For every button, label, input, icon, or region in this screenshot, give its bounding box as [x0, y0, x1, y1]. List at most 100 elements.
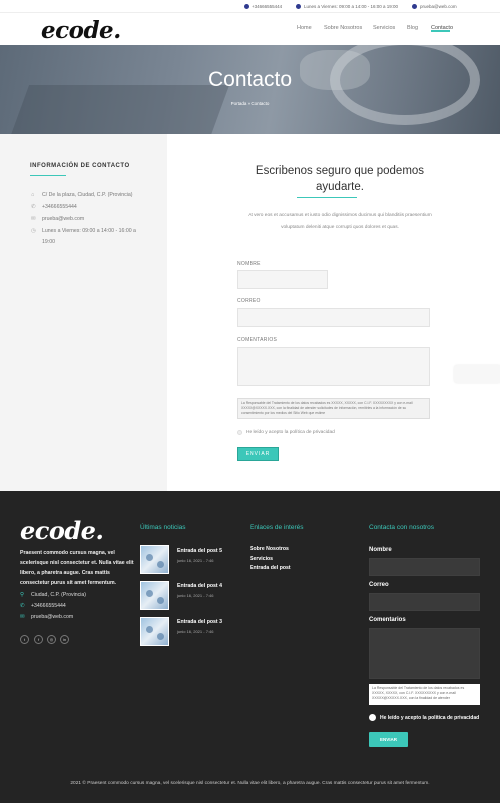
privacy-textarea[interactable]: La Responsable del Tratamiento de los da… — [237, 398, 430, 419]
sidebar-phone-text: +34666555444 — [42, 204, 77, 210]
footer-phone[interactable]: ✆ +34666555444 — [20, 603, 66, 609]
mail-icon: ✉ — [20, 614, 25, 620]
post-title[interactable]: Entrada del post 4 — [177, 583, 222, 589]
thumb-detail — [157, 633, 164, 640]
breadcrumb[interactable]: Portada » Contacto — [0, 101, 500, 106]
recaptcha-badge[interactable] — [454, 365, 500, 383]
sidebar-heading: INFORMACIÓN DE CONTACTO — [30, 163, 130, 169]
footer-send-button[interactable]: ENVIAR — [369, 732, 408, 747]
footer-email[interactable]: ✉ prueba@web.com — [20, 614, 73, 620]
post-date: junio 16, 2021 - 7:46 — [177, 593, 214, 598]
site-header: ecode. Home Sobre Nosotros Servicios Blo… — [0, 13, 500, 45]
sidebar-email[interactable]: ✉ prueba@web.com — [31, 214, 84, 225]
contact-title: Contacta con nosotros — [369, 524, 435, 531]
sidebar-address-text: C/ De la plaza, Ciudad, C.P. (Provincia) — [42, 192, 133, 198]
home-icon: ⌂ — [31, 192, 35, 198]
phone-icon: ✆ — [20, 603, 25, 609]
footer-privacy-textarea[interactable]: La Responsable del Tratamiento de los da… — [369, 684, 480, 705]
latest-posts-title: Últimas noticias — [140, 524, 186, 531]
footer-logo[interactable]: ecode. — [20, 516, 104, 545]
privacy-consent-label: He leído y acepto la política de privaci… — [246, 430, 335, 435]
form-intro: At vero eos et accusamus et iusto odio d… — [248, 213, 432, 230]
copyright: 2021 © Praesent commodo cursus magna, ve… — [70, 781, 430, 786]
form-heading: Escribenos seguro que podemos ayudarte. — [255, 165, 425, 193]
topbar-email[interactable]: prueba@web.com — [412, 4, 457, 9]
topbar-hours-text: Lunes a Viernes: 09:00 a 14:00 - 16:00 a… — [304, 4, 398, 9]
footer-location-text: Ciudad, C.P. (Provincia) — [31, 592, 86, 598]
links-title: Enlaces de interés — [250, 524, 304, 531]
thumb-detail — [157, 597, 164, 604]
footer-name-label: Nombre — [369, 547, 392, 553]
thumb-detail — [146, 554, 153, 561]
post-thumbnail[interactable] — [140, 617, 169, 646]
phone-icon: ✆ — [31, 204, 36, 210]
thumb-detail — [157, 561, 164, 568]
checkbox-input[interactable] — [237, 430, 242, 435]
comments-field[interactable] — [237, 347, 430, 386]
footer-location: ⚲ Ciudad, C.P. (Provincia) — [20, 592, 86, 598]
sidebar-phone[interactable]: ✆ +34666555444 — [31, 202, 77, 213]
footer-comments-label: Comentarios — [369, 617, 406, 623]
footer-phone-text: +34666555444 — [31, 603, 66, 609]
sidebar-hours: ◷ Lunes a Viernes: 09:00 a 14:00 - 16:00… — [31, 226, 136, 237]
page-title: Contacto — [207, 68, 293, 91]
post-title[interactable]: Entrada del post 3 — [177, 619, 222, 625]
name-field[interactable] — [237, 270, 328, 289]
thumb-detail — [146, 626, 153, 633]
site-logo[interactable]: ecode. — [41, 17, 121, 44]
sidebar-hours-text: Lunes a Viernes: 09:00 a 14:00 - 16:00 a — [42, 228, 136, 234]
sidebar-hours-text-2: 19:00 — [42, 239, 55, 245]
nav-active-indicator — [431, 30, 450, 32]
twitter-icon[interactable]: t — [20, 635, 29, 644]
form-heading-underline — [297, 197, 357, 198]
clock-icon — [296, 4, 301, 9]
nav-sobre-nosotros[interactable]: Sobre Nosotros — [324, 25, 362, 31]
email-label: CORREO — [237, 298, 261, 304]
footer-link-servicios[interactable]: Servicios — [250, 556, 273, 562]
mail-icon — [412, 4, 417, 9]
privacy-consent-checkbox[interactable]: He leído y acepto la política de privaci… — [237, 430, 335, 435]
linkedin-icon[interactable]: in — [60, 635, 69, 644]
post-thumbnail[interactable] — [140, 581, 169, 610]
contact-info-sidebar: INFORMACIÓN DE CONTACTO ⌂ C/ De la plaza… — [0, 134, 167, 491]
post-thumbnail[interactable] — [140, 545, 169, 574]
footer-email-label: Correo — [369, 582, 389, 588]
hero-background-shape — [10, 85, 230, 134]
footer-description: Praesent commodo cursus magna, vel scele… — [20, 550, 134, 586]
instagram-icon[interactable]: ◎ — [47, 635, 56, 644]
nav-servicios[interactable]: Servicios — [373, 25, 395, 31]
nav-blog[interactable]: Blog — [407, 25, 418, 31]
hero-banner: Contacto Portada » Contacto — [0, 45, 500, 134]
footer-link-sobre-nosotros[interactable]: Sobre Nosotros — [250, 546, 289, 552]
footer-email-text: prueba@web.com — [31, 614, 74, 620]
footer-comments-field[interactable] — [369, 628, 480, 679]
sidebar-heading-underline — [30, 175, 66, 176]
checkbox-input[interactable] — [369, 714, 376, 721]
footer-privacy-consent-checkbox[interactable]: He leído y acepto la política de privaci… — [369, 714, 479, 721]
sidebar-hours-cont: 19:00 — [31, 237, 55, 248]
post-date: junio 16, 2021 - 7:46 — [177, 629, 214, 634]
footer-email-field[interactable] — [369, 593, 480, 611]
post-date: junio 16, 2021 - 7:46 — [177, 558, 214, 563]
mail-icon: ✉ — [31, 216, 36, 222]
topbar-phone-text: +34666555444 — [252, 4, 283, 9]
footer-link-entrada[interactable]: Entrada del post — [250, 565, 291, 571]
top-info-bar: +34666555444 Lunes a Viernes: 09:00 a 14… — [0, 0, 500, 13]
clock-icon: ◷ — [31, 228, 36, 234]
footer-privacy-consent-label: He leído y acepto la política de privaci… — [380, 714, 480, 721]
map-pin-icon: ⚲ — [20, 592, 25, 598]
footer-name-field[interactable] — [369, 558, 480, 576]
name-label: NOMBRE — [237, 261, 261, 267]
nav-home[interactable]: Home — [297, 25, 312, 31]
thumb-detail — [146, 590, 153, 597]
sidebar-email-text: prueba@web.com — [42, 216, 85, 222]
send-button[interactable]: ENVIAR — [237, 447, 279, 461]
email-field[interactable] — [237, 308, 430, 327]
topbar-email-text: prueba@web.com — [420, 4, 457, 9]
topbar-hours: Lunes a Viernes: 09:00 a 14:00 - 16:00 a… — [296, 4, 398, 9]
topbar-phone[interactable]: +34666555444 — [244, 4, 282, 9]
facebook-icon[interactable]: f — [34, 635, 43, 644]
post-title[interactable]: Entrada del post 5 — [177, 548, 222, 554]
sidebar-address: ⌂ C/ De la plaza, Ciudad, C.P. (Provinci… — [31, 190, 132, 201]
